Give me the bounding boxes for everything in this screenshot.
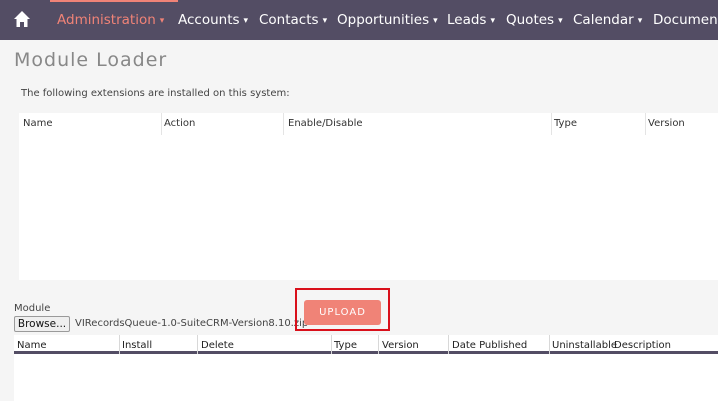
nav-accounts[interactable]: Accounts ▾ — [178, 0, 248, 40]
column-divider — [283, 113, 284, 135]
selected-filename: VIRecordsQueue-1.0-SuiteCRM-Version8.10.… — [75, 318, 309, 329]
column-header-name: Name — [23, 118, 53, 129]
column-header-type: Type — [334, 340, 357, 351]
nav-documents[interactable]: Document — [653, 0, 718, 40]
column-divider — [331, 335, 332, 354]
column-header-delete: Delete — [201, 340, 234, 351]
column-header-date-published: Date Published — [452, 340, 528, 351]
nav-administration[interactable]: Administration ▾ — [49, 0, 179, 40]
column-divider — [645, 113, 646, 135]
upload-button[interactable]: UPLOAD — [304, 300, 381, 325]
installed-extensions-table: Name Action Enable/Disable Type Version — [19, 113, 718, 280]
nav-quotes[interactable]: Quotes ▾ — [506, 0, 563, 40]
installed-intro-text: The following extensions are installed o… — [21, 88, 290, 99]
column-header-version: Version — [648, 118, 685, 129]
column-divider — [551, 113, 552, 135]
chevron-down-icon: ▾ — [243, 16, 249, 26]
chevron-down-icon: ▾ — [637, 16, 643, 26]
column-header-type: Type — [554, 118, 577, 129]
column-header-action: Action — [164, 118, 196, 129]
chevron-down-icon: ▾ — [490, 16, 495, 26]
page-title: Module Loader — [14, 49, 168, 71]
chevron-down-icon: ▾ — [433, 16, 438, 26]
home-icon[interactable] — [13, 10, 31, 28]
nav-contacts[interactable]: Contacts ▾ — [259, 0, 327, 40]
top-nav: Administration ▾ Accounts ▾ Contacts ▾ Oppo… — [0, 0, 718, 40]
nav-opportunities[interactable]: Opportunities ▾ — [337, 0, 438, 40]
column-header-name: Name — [17, 340, 47, 351]
package-table-header: Name Install Delete Type Version Date Pu… — [14, 335, 718, 354]
column-header-description: Description — [614, 340, 671, 351]
column-header-version: Version — [382, 340, 419, 351]
column-divider — [378, 335, 379, 354]
column-divider — [197, 335, 198, 354]
column-divider — [119, 335, 120, 354]
column-header-install: Install — [122, 340, 153, 351]
column-divider — [549, 335, 550, 354]
column-divider — [161, 113, 162, 135]
column-header-uninstallable: Uninstallable — [552, 340, 617, 351]
column-header-enable-disable: Enable/Disable — [288, 118, 363, 129]
nav-calendar[interactable]: Calendar ▾ — [573, 0, 642, 40]
package-table: Name Install Delete Type Version Date Pu… — [14, 335, 718, 401]
nav-leads[interactable]: Leads ▾ — [447, 0, 495, 40]
chevron-down-icon: ▾ — [322, 16, 328, 26]
column-divider — [448, 335, 449, 354]
chevron-down-icon: ▾ — [159, 16, 165, 26]
chevron-down-icon: ▾ — [558, 16, 563, 26]
module-label: Module — [14, 303, 51, 314]
browse-button[interactable]: Browse... — [14, 316, 70, 332]
